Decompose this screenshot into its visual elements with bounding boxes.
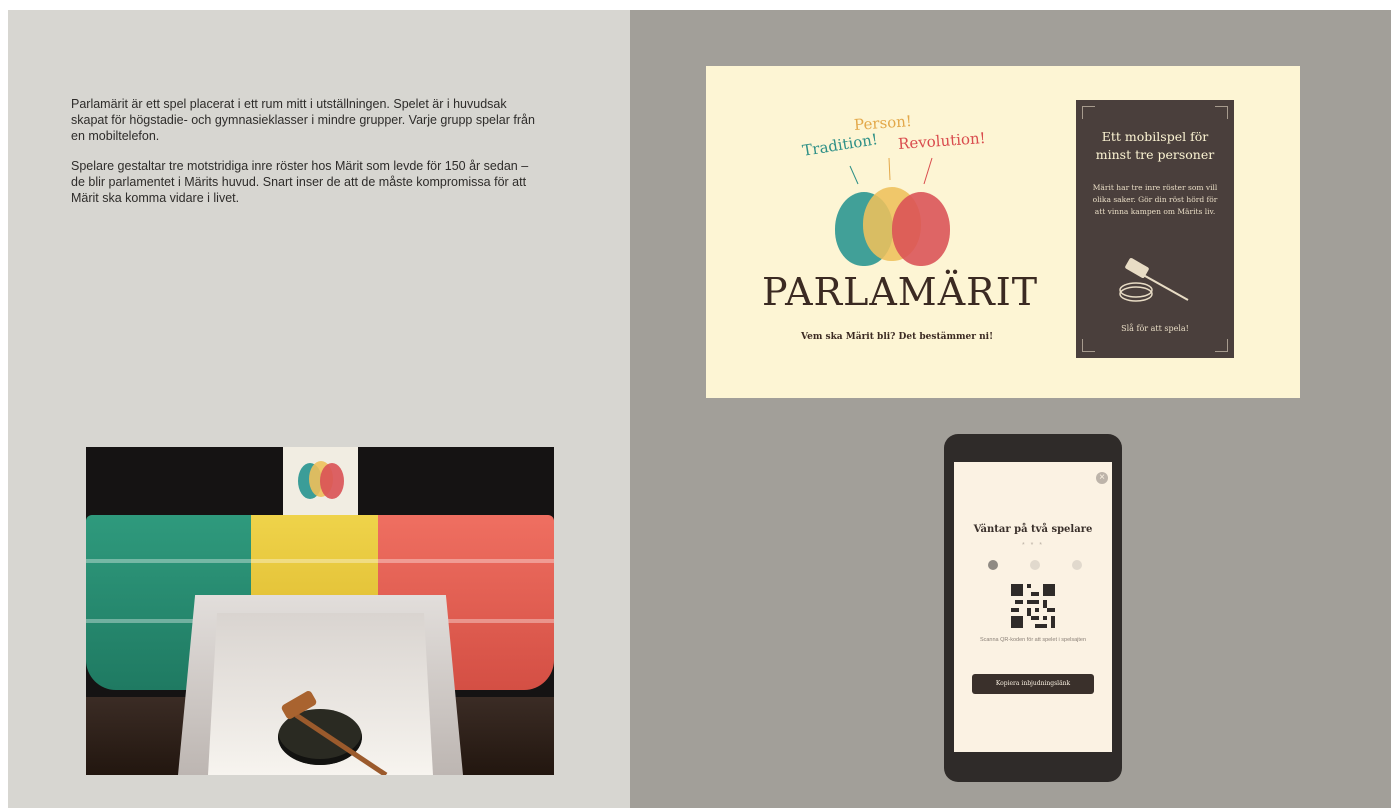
blob-red [892,192,950,266]
qr-code-icon [1011,584,1055,628]
poster-subtitle: Vem ska Märit bli? Det bestämmer ni! [800,332,994,342]
intro-paragraph-2: Spelare gestaltar tre motstridiga inre r… [71,159,529,205]
info-card: Ett mobilspel för minst tre personer Mär… [1076,100,1234,358]
info-card-text: Märit har tre inre röster som vill olika… [1092,183,1218,216]
corner-ornament [1082,339,1095,352]
corner-ornament [1082,106,1095,119]
left-panel: Parlamärit är ett spel placerat i ett ru… [8,10,630,808]
parlamarit-poster: Tradition! Person! Revolution! PARLAMÄRI… [706,66,1300,398]
poster-title: PARLAMÄRIT [762,270,1039,314]
info-card-title: Ett mobilspel för minst tre personer [1095,129,1215,162]
corner-ornament [1215,339,1228,352]
gavel-icon [281,691,388,775]
player-dot [1030,560,1040,570]
copy-invite-button[interactable]: Kopiera inbjudningslänk [972,674,1094,694]
intro-text: Parlamärit är ett spel placerat i ett ru… [71,96,541,220]
intro-paragraph-1: Parlamärit är ett spel placerat i ett ru… [71,97,535,143]
player-dot [988,560,998,570]
close-icon[interactable]: × [1096,472,1108,484]
phone-screen: × Väntar på två spelare * * * Scanna QR-… [954,462,1112,752]
player-dot [1072,560,1082,570]
stars: * * * [1021,542,1045,549]
qr-note: Scanna QR-koden för att spelet i spelsaj… [979,637,1087,643]
waiting-text: Väntar på två spelare [973,524,1093,535]
phone-mockup: × Väntar på två spelare * * * Scanna QR-… [944,434,1122,782]
game-room-photo [86,447,554,775]
gavel-icon [1119,258,1189,302]
corner-ornament [1215,106,1228,119]
info-card-cta: Slå för att spela! [1121,324,1189,333]
